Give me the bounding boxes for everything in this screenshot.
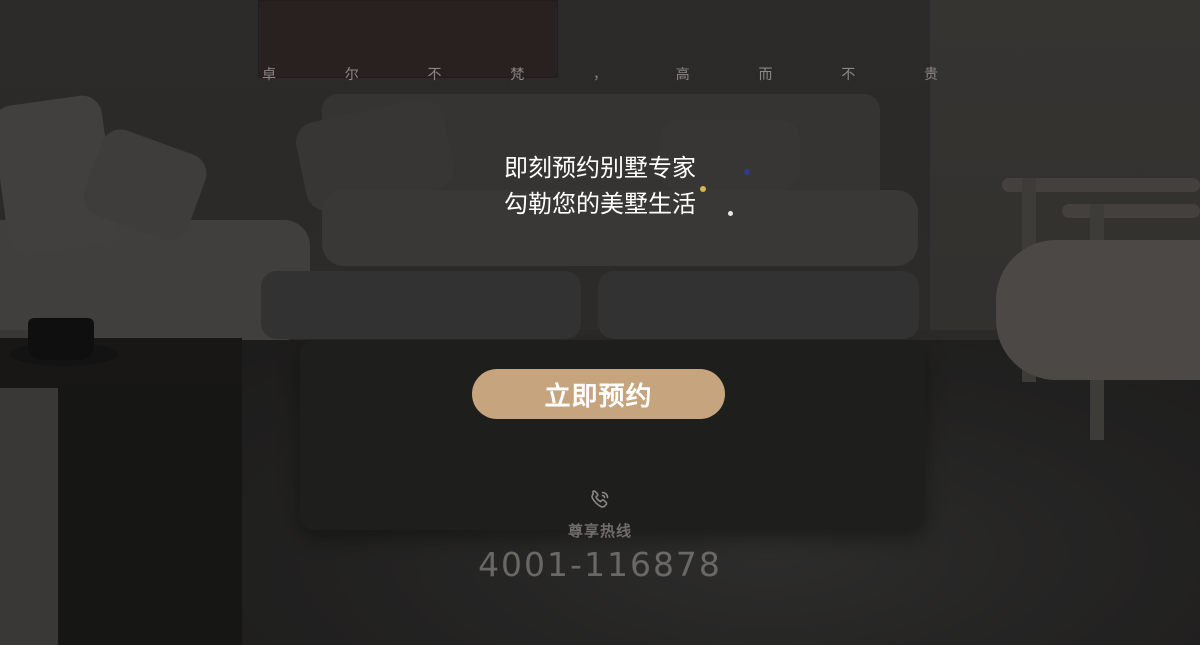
- slogan-char: 尔: [344, 67, 359, 83]
- slogan-char: 不: [841, 67, 856, 83]
- name-input[interactable]: [261, 271, 581, 339]
- slogan-char: 不: [427, 67, 442, 83]
- slogan-char: ，: [593, 67, 607, 83]
- hotline-number[interactable]: 4001-116878: [0, 545, 1200, 584]
- book-now-button[interactable]: 立即预约: [472, 369, 725, 419]
- decorative-dot: [744, 169, 750, 175]
- headline-line-1: 即刻预约别墅专家: [504, 154, 696, 182]
- headline: 即刻预约别墅专家 勾勒您的美墅生活: [0, 150, 1200, 222]
- hotline: 尊享热线 4001-116878: [0, 488, 1200, 584]
- slogan: 卓 尔 不 梵 ， 高 而 不 贵: [262, 64, 938, 84]
- decorative-dot: [728, 211, 733, 216]
- slogan-char: 而: [758, 67, 773, 83]
- phone-input[interactable]: [598, 271, 919, 339]
- headline-line-2: 勾勒您的美墅生活: [504, 190, 696, 218]
- slogan-char: 高: [675, 67, 690, 83]
- decorative-dot: [700, 186, 706, 192]
- slogan-char: 贵: [924, 67, 938, 83]
- slogan-char: 卓: [262, 67, 276, 83]
- hotline-label: 尊享热线: [567, 522, 632, 540]
- slogan-char: 梵: [510, 67, 525, 83]
- phone-icon: [588, 488, 612, 512]
